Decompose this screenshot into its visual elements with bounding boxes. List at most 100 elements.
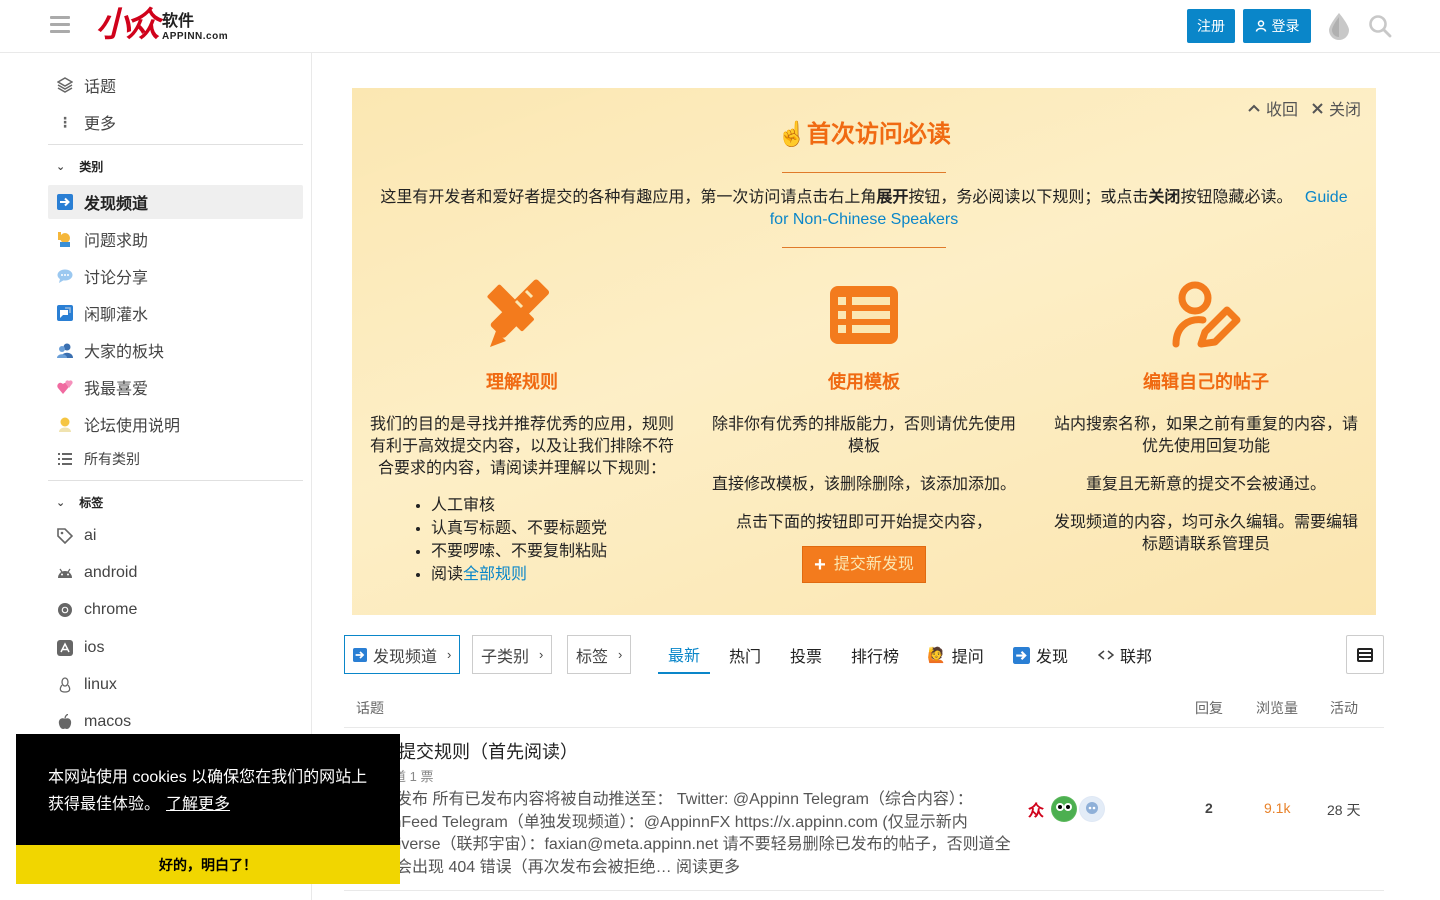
- topic-replies[interactable]: 2: [1205, 800, 1213, 816]
- sidebar-item-discover[interactable]: 发现频道: [48, 185, 303, 219]
- column-title: 理解规则: [486, 372, 558, 392]
- chevron-up-icon: [1248, 104, 1260, 112]
- intro-text: 按钮，务必阅读以下规则；或点击: [908, 189, 1149, 206]
- chat-bubble-icon: [56, 304, 74, 322]
- all-rules-link[interactable]: 全部规则: [463, 566, 527, 583]
- sidebar-item-label: 问题求助: [84, 233, 149, 250]
- table-view-icon: [1357, 647, 1373, 662]
- column-text: 重复且无新意的提交不会被通过。: [1085, 476, 1326, 493]
- tab-hot[interactable]: 热门: [729, 636, 761, 674]
- chevron-down-icon: ⌄: [56, 160, 66, 173]
- arrow-right-square-icon: [56, 193, 74, 211]
- sidebar-tag-ai[interactable]: ai: [48, 519, 303, 553]
- cookie-accept-button[interactable]: 好的，明白了！: [16, 845, 400, 884]
- sidebar-divider: [48, 480, 303, 481]
- subcategory-dropdown-label: 子类别: [481, 648, 530, 666]
- close-icon: [1312, 102, 1323, 114]
- logo-en: APPINN.com: [162, 31, 229, 42]
- sidebar-item-more[interactable]: ⋮ 更多: [48, 105, 303, 139]
- droplet-theme-icon[interactable]: [1326, 12, 1352, 40]
- column-text: 除非你有优秀的排版能力，否则请优先使用模板: [711, 416, 1016, 455]
- topic-activity[interactable]: 28 天: [1327, 800, 1360, 820]
- avatar[interactable]: [1079, 796, 1105, 822]
- sidebar-tag-linux[interactable]: linux: [48, 668, 303, 702]
- sidebar-tag-android[interactable]: android: [48, 556, 303, 590]
- site-logo[interactable]: 小众 软件 APPINN.com: [96, 6, 228, 46]
- cookie-learn-more-link[interactable]: 了解更多: [166, 796, 230, 813]
- intro-text: 按钮隐藏必读。: [1180, 189, 1293, 206]
- column-header-views[interactable]: 浏览量: [1256, 698, 1298, 718]
- sidebar-item-discussion[interactable]: 讨论分享: [48, 259, 303, 293]
- tab-leaderboard[interactable]: 排行榜: [851, 636, 899, 674]
- tab-questions[interactable]: 🙋 提问: [927, 636, 984, 674]
- sidebar-item-label: macos: [84, 713, 132, 730]
- sidebar-tags-heading[interactable]: ⌄ 标签: [48, 490, 103, 514]
- android-icon: [56, 564, 74, 582]
- column-text: 点击下面的按钮即可开始提交内容，: [735, 514, 992, 531]
- first-visit-banner: 收回 关闭 ☝️首次访问必读 这里有开发者和爱好者提交的各种有趣应用，第一次访问…: [352, 88, 1376, 615]
- tab-label: 最新: [668, 648, 701, 665]
- list-item: 阅读全部规则: [431, 563, 677, 586]
- sidebar-item-label: 论坛使用说明: [84, 418, 181, 435]
- tags-dropdown[interactable]: 标签 ›: [567, 635, 632, 674]
- tab-discover[interactable]: 发现: [1013, 636, 1068, 674]
- list-item: 人工审核: [431, 494, 677, 517]
- arrow-right-square-icon: [353, 647, 367, 662]
- avatar[interactable]: [1051, 796, 1077, 822]
- speech-balloon-emoji-icon: [56, 267, 74, 285]
- sidebar-tag-ios[interactable]: ios: [48, 631, 303, 665]
- submit-button-label: 提交新发现: [833, 555, 914, 573]
- sidebar-item-label: ai: [84, 527, 97, 544]
- category-dropdown[interactable]: 发现频道 ›: [344, 635, 461, 674]
- column-header-replies[interactable]: 回复: [1195, 698, 1223, 718]
- plus-icon: +: [814, 553, 826, 576]
- tag-icon: [56, 527, 74, 545]
- column-header-activity[interactable]: 活动: [1330, 698, 1358, 718]
- sidebar-item-guide[interactable]: 论坛使用说明: [48, 407, 303, 441]
- sidebar-item-boards[interactable]: 大家的板块: [48, 333, 303, 367]
- pencil-ruler-icon: [367, 278, 677, 352]
- raising-hand-emoji-icon: [56, 230, 74, 248]
- sidebar-item-chat[interactable]: 闲聊灌水: [48, 296, 303, 330]
- chrome-icon: [56, 601, 74, 619]
- sidebar-item-label: linux: [84, 676, 117, 693]
- search-icon[interactable]: [1368, 14, 1392, 38]
- subcategory-dropdown[interactable]: 子类别 ›: [472, 635, 553, 674]
- submit-new-button[interactable]: + 提交新发现: [802, 546, 926, 583]
- tab-latest[interactable]: 最新: [658, 636, 711, 674]
- list-item: 认真写标题、不要标题党: [431, 517, 677, 540]
- hamburger-menu-icon[interactable]: [50, 16, 70, 34]
- tab-label: 发现: [1036, 649, 1069, 666]
- topic-title-link[interactable]: 容提交规则（首先阅读）: [380, 738, 578, 764]
- register-button[interactable]: 注册: [1187, 9, 1235, 43]
- sidebar-categories-heading[interactable]: ⌄ 类别: [48, 154, 103, 178]
- apple-icon: [56, 713, 74, 731]
- avatar[interactable]: 众: [1023, 796, 1049, 822]
- banner-column-edit: 编辑自己的帖子 站内搜索名称，如果之前有重复的内容，请优先使用回复功能 重复且无…: [1051, 278, 1361, 572]
- sidebar-item-favorites[interactable]: 我最喜爱: [48, 370, 303, 404]
- column-text: 发现频道的内容，均可永久编辑。需要编辑标题请联系管理员: [1053, 514, 1358, 553]
- list-item-text: 阅读: [431, 566, 464, 583]
- cookie-consent-banner: 本网站使用 cookies 以确保您在我们的网站上获得最佳体验。 了解更多 好的，…: [16, 734, 400, 884]
- sidebar-tag-chrome[interactable]: chrome: [48, 593, 303, 627]
- list-template-icon: [709, 278, 1019, 352]
- column-header-topic: 话题: [356, 700, 384, 716]
- tags-heading-label: 标签: [79, 495, 104, 510]
- sidebar-item-label: chrome: [84, 601, 138, 618]
- sidebar-item-all-categories[interactable]: 所有类别: [48, 442, 303, 476]
- tab-federation[interactable]: 联邦: [1098, 636, 1152, 674]
- view-toggle-button[interactable]: [1346, 635, 1384, 674]
- intro-bold-expand: 展开: [876, 189, 909, 206]
- sidebar-item-topics[interactable]: 话题: [48, 68, 303, 102]
- people-emoji-icon: [56, 341, 74, 359]
- login-button[interactable]: 登录: [1243, 9, 1311, 43]
- tab-votes[interactable]: 投票: [790, 636, 822, 674]
- column-text: 站内搜索名称，如果之前有重复的内容，请优先使用回复功能: [1053, 416, 1358, 455]
- list-icon: [56, 450, 74, 468]
- sidebar-item-label: 大家的板块: [84, 344, 165, 361]
- table-header-divider: [344, 727, 1384, 728]
- user-icon: [1255, 20, 1266, 32]
- sidebar-item-help[interactable]: 问题求助: [48, 222, 303, 256]
- two-hearts-emoji-icon: [56, 378, 74, 396]
- column-title: 使用模板: [828, 372, 900, 392]
